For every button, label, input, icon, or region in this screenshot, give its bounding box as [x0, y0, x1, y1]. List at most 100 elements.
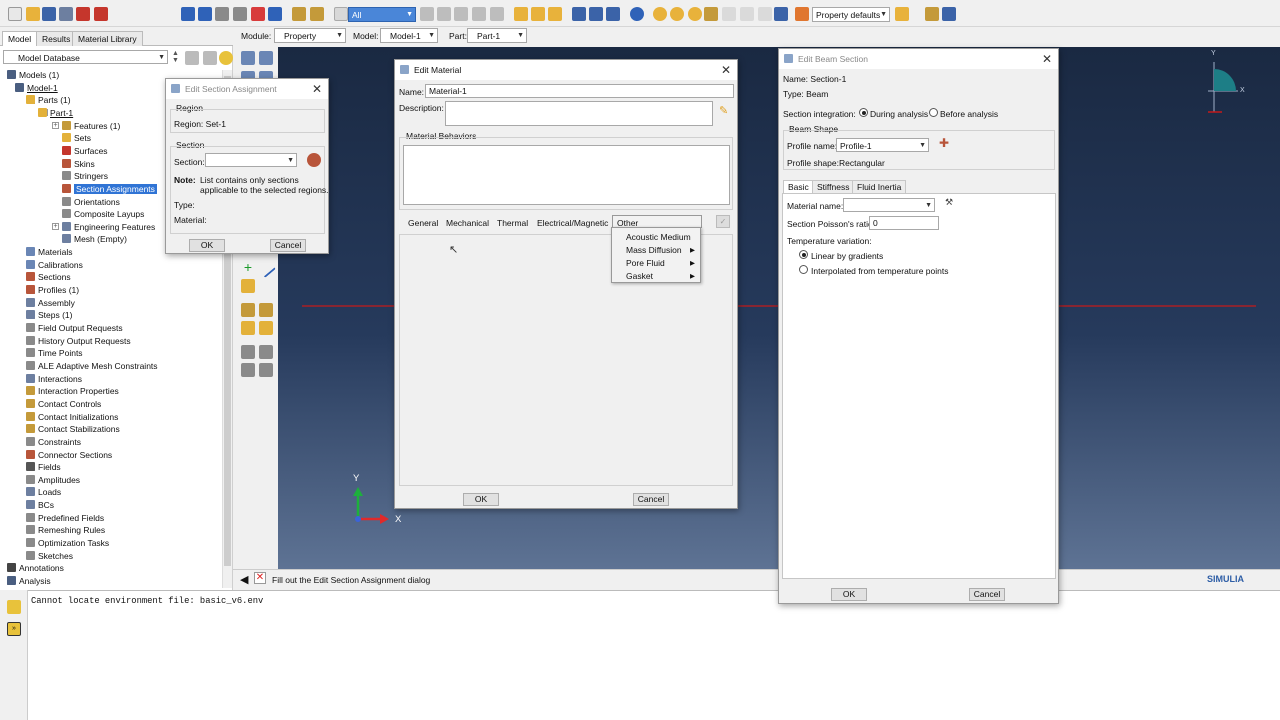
- datum-point-icon[interactable]: [259, 363, 273, 377]
- tree-item-stringers[interactable]: Stringers: [62, 170, 108, 182]
- menu-item-pore-fluid[interactable]: Pore Fluid: [626, 258, 665, 268]
- tree-scroll-arrows-icon[interactable]: ▲ ▼: [172, 50, 180, 64]
- back-view-icon[interactable]: [548, 7, 562, 21]
- close-icon[interactable]: ✕: [312, 82, 322, 96]
- open-folder-icon[interactable]: [26, 7, 40, 21]
- tree-item-sections[interactable]: Sections: [26, 271, 71, 283]
- assign-beam-orientation-icon[interactable]: [256, 258, 276, 278]
- display-group-icon[interactable]: [653, 7, 667, 21]
- shaded-icon[interactable]: [606, 7, 620, 21]
- create-material-icon[interactable]: [241, 51, 255, 65]
- close-icon[interactable]: ✕: [721, 63, 731, 77]
- redo-icon[interactable]: [740, 7, 754, 21]
- tree-item-features[interactable]: Features (1): [62, 120, 120, 132]
- tree-item-ale-constraints[interactable]: ALE Adaptive Mesh Constraints: [26, 360, 158, 372]
- ok-button[interactable]: OK: [463, 493, 499, 506]
- datum-axis-icon[interactable]: [259, 345, 273, 359]
- remove-icon[interactable]: [310, 7, 324, 21]
- select-inside-icon[interactable]: [472, 7, 486, 21]
- ok-button[interactable]: OK: [189, 239, 225, 252]
- menu-item-gasket[interactable]: Gasket: [626, 271, 653, 281]
- springs-dashpots-icon[interactable]: [259, 321, 273, 335]
- tree-item-sketches[interactable]: Sketches: [26, 550, 73, 562]
- tree-item-profiles[interactable]: Profiles (1): [26, 284, 79, 296]
- tree-item-bcs[interactable]: BCs: [26, 499, 54, 511]
- tree-item-contact-initializations[interactable]: Contact Initializations: [26, 411, 118, 423]
- tree-item-composite-layups[interactable]: Composite Layups: [62, 208, 144, 220]
- tree-expander-engineering-features[interactable]: +: [52, 223, 59, 231]
- description-input[interactable]: [445, 101, 713, 126]
- material-name-combo[interactable]: ▼: [843, 198, 935, 212]
- menu-thermal[interactable]: Thermal: [497, 218, 528, 228]
- create-profile-icon[interactable]: ✚: [939, 137, 949, 149]
- hidden-line-icon[interactable]: [589, 7, 603, 21]
- tree-item-loads[interactable]: Loads: [26, 486, 61, 498]
- module-combo[interactable]: Property ▼: [274, 28, 346, 43]
- material-behaviors-list[interactable]: [403, 145, 730, 205]
- model-combo[interactable]: Model-1 ▼: [380, 28, 438, 43]
- stringer-icon[interactable]: [259, 303, 273, 317]
- ok-button[interactable]: OK: [831, 588, 867, 601]
- beam-section-titlebar[interactable]: Edit Beam Section ✕: [779, 49, 1058, 69]
- menu-mechanical[interactable]: Mechanical: [446, 218, 489, 228]
- edit-description-pencil-icon[interactable]: ✎: [719, 106, 731, 118]
- tree-item-fields[interactable]: Fields: [26, 461, 61, 473]
- tree-item-materials[interactable]: Materials: [26, 246, 72, 258]
- import-icon[interactable]: [76, 7, 90, 21]
- tile-icon[interactable]: [942, 7, 956, 21]
- wireframe-icon[interactable]: [572, 7, 586, 21]
- section-combo[interactable]: ▼: [205, 153, 297, 167]
- pan-icon[interactable]: [181, 7, 195, 21]
- tree-item-remeshing-rules[interactable]: Remeshing Rules: [26, 524, 105, 536]
- delete-behavior-icon[interactable]: ✓: [716, 215, 730, 228]
- tab-fluid-inertia[interactable]: Fluid Inertia: [852, 180, 907, 193]
- auto-fit-icon[interactable]: [268, 7, 282, 21]
- back-arrow-icon[interactable]: ◀: [240, 573, 248, 586]
- tree-item-part-1[interactable]: Part-1: [38, 107, 73, 119]
- menu-item-acoustic-medium[interactable]: Acoustic Medium: [626, 232, 691, 242]
- render-style-combo[interactable]: Property defaults ▼: [812, 7, 890, 22]
- linear-gradients-radio[interactable]: [799, 250, 808, 259]
- tree-item-history-output-requests[interactable]: History Output Requests: [26, 335, 131, 347]
- skin-icon[interactable]: [241, 303, 255, 317]
- tree-item-contact-stabilizations[interactable]: Contact Stabilizations: [26, 423, 120, 435]
- tree-item-parts[interactable]: Parts (1): [26, 94, 71, 106]
- tree-item-surfaces[interactable]: Surfaces: [62, 145, 108, 157]
- close-icon[interactable]: ✕: [1042, 52, 1052, 66]
- tree-item-field-output-requests[interactable]: Field Output Requests: [26, 322, 123, 334]
- iso-view-icon[interactable]: [514, 7, 528, 21]
- material-manager-icon[interactable]: [259, 51, 273, 65]
- during-analysis-radio[interactable]: [859, 108, 868, 117]
- cancel-button[interactable]: Cancel: [270, 239, 306, 252]
- tree-item-amplitudes[interactable]: Amplitudes: [26, 474, 80, 486]
- tree-item-interaction-properties[interactable]: Interaction Properties: [26, 385, 119, 397]
- menu-item-mass-diffusion[interactable]: Mass Diffusion: [626, 245, 682, 255]
- part-combo[interactable]: Part-1 ▼: [467, 28, 527, 43]
- datum-plane-icon[interactable]: [241, 363, 255, 377]
- tree-item-calibrations[interactable]: Calibrations: [26, 259, 83, 271]
- tree-item-annotations[interactable]: Annotations: [7, 562, 64, 574]
- zoom-icon[interactable]: [233, 7, 247, 21]
- display-group-add-icon[interactable]: [670, 7, 684, 21]
- add-icon[interactable]: +: [241, 260, 255, 275]
- tree-item-models[interactable]: Models (1): [7, 69, 59, 81]
- message-area-icon[interactable]: [7, 600, 21, 614]
- query-tool-icon[interactable]: [704, 7, 718, 21]
- special-inertia-icon[interactable]: [241, 321, 255, 335]
- replace-icon[interactable]: [292, 7, 306, 21]
- export-icon[interactable]: [94, 7, 108, 21]
- query-info-icon[interactable]: [630, 7, 644, 21]
- select-from-viewport-icon[interactable]: [420, 7, 434, 21]
- material-name-input[interactable]: Material-1: [425, 84, 734, 98]
- tree-item-steps[interactable]: Steps (1): [26, 309, 73, 321]
- save-icon[interactable]: [42, 7, 56, 21]
- cancel-button[interactable]: Cancel: [969, 588, 1005, 601]
- select-crossing-icon[interactable]: [490, 7, 504, 21]
- tree-filter-icon[interactable]: [185, 51, 199, 65]
- display-group-remove-icon[interactable]: [688, 7, 702, 21]
- tree-highlight-icon[interactable]: [219, 51, 233, 65]
- render-style-icon[interactable]: [795, 7, 809, 21]
- tree-item-optimization-tasks[interactable]: Optimization Tasks: [26, 537, 109, 549]
- tree-item-constraints[interactable]: Constraints: [26, 436, 81, 448]
- tree-item-connector-sections[interactable]: Connector Sections: [26, 449, 112, 461]
